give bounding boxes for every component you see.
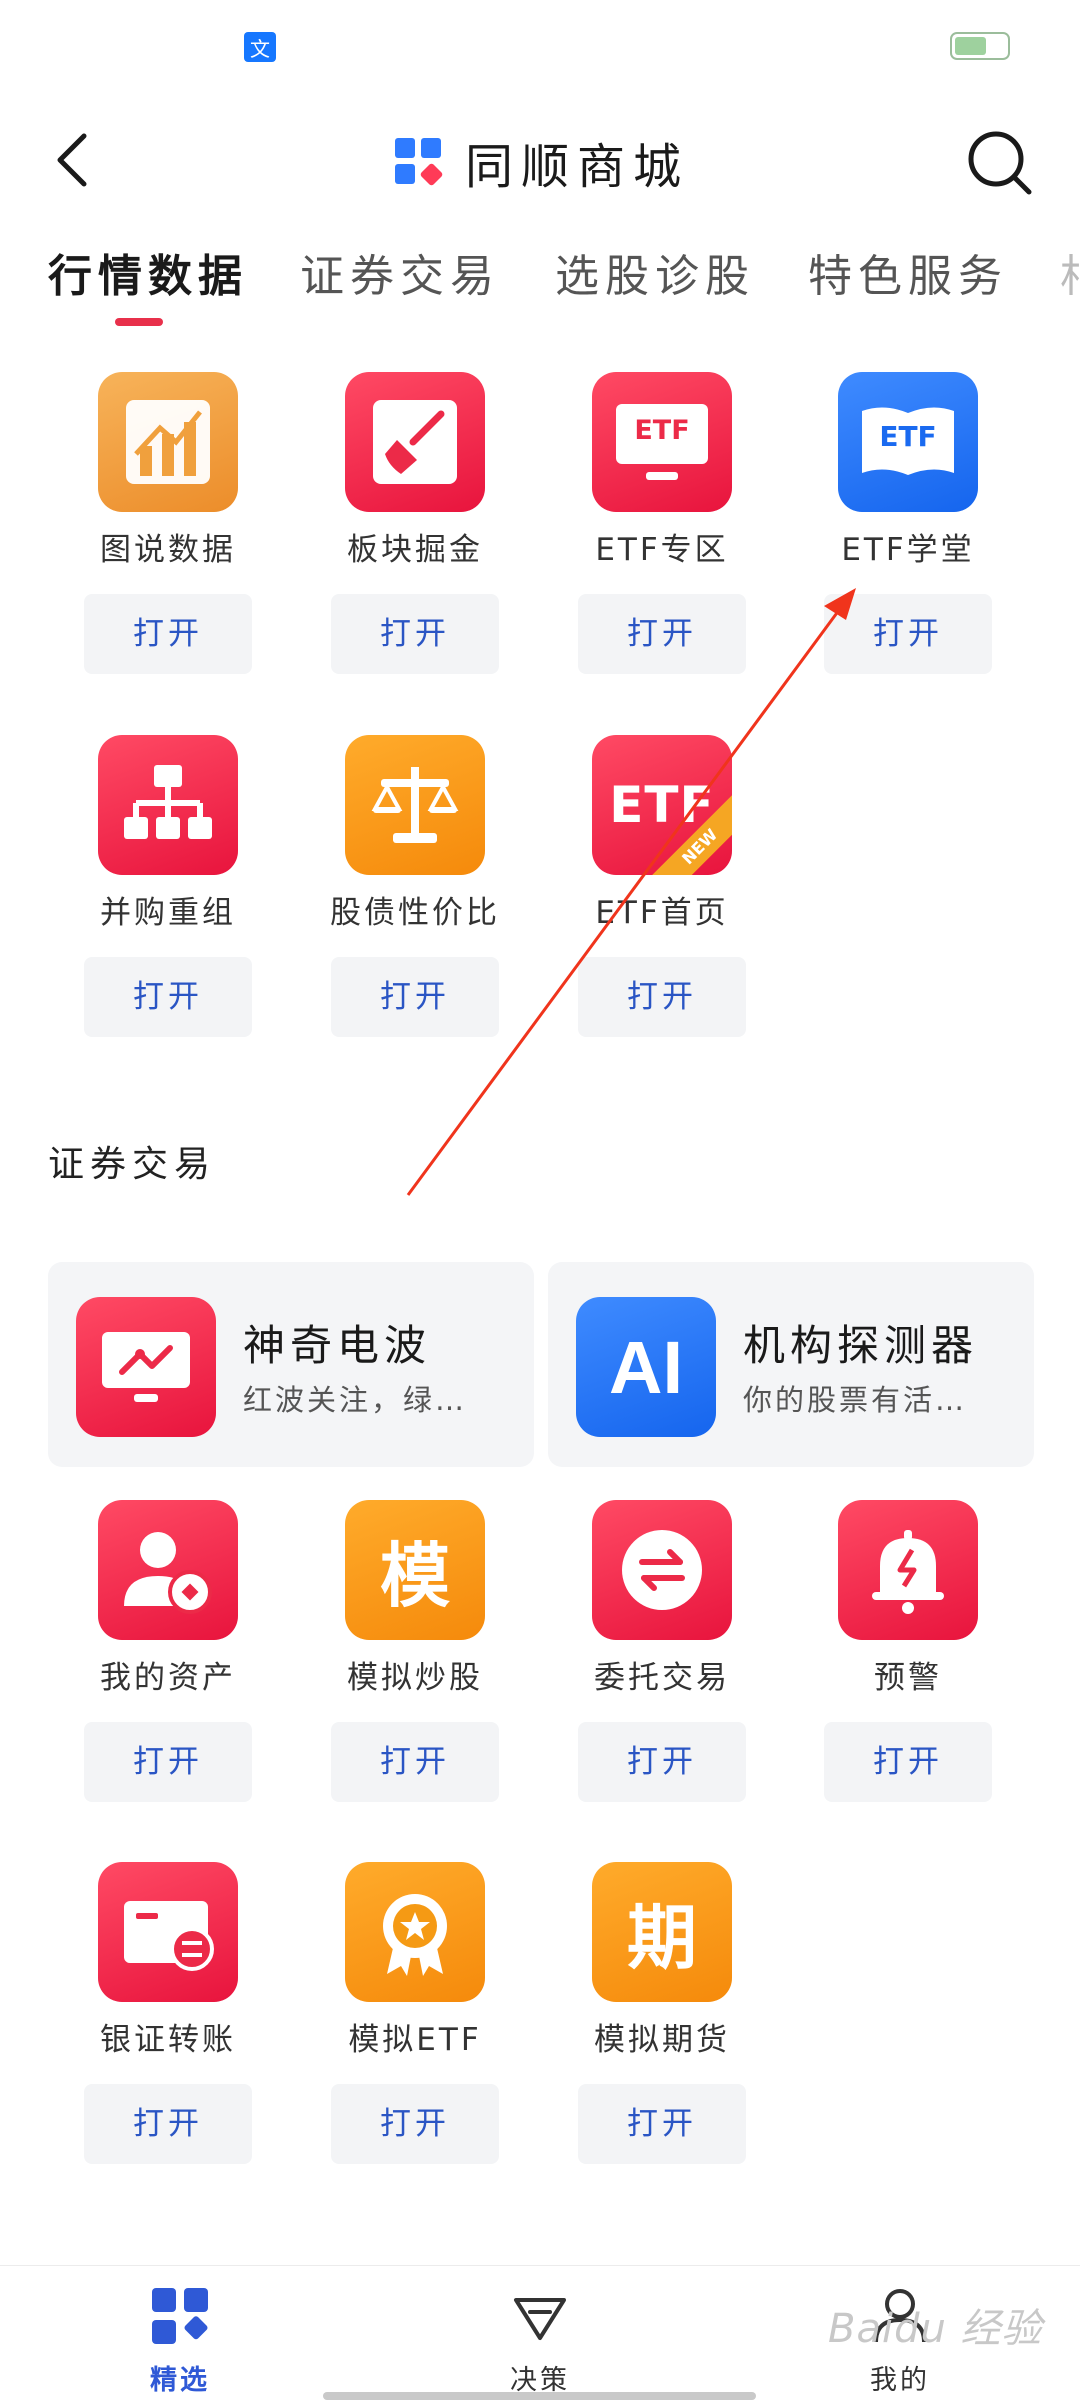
featured-grid-icon: [152, 2288, 208, 2344]
page-title: 同顺商城: [465, 139, 690, 195]
grid-item-label: ETF学堂: [841, 532, 975, 568]
open-button[interactable]: 打开: [84, 957, 252, 1037]
grid-item-stock-bond-ratio: 股债性价比 打开: [315, 735, 515, 1037]
futures-icon-text: 期: [627, 1896, 697, 1979]
open-button[interactable]: 打开: [824, 594, 992, 674]
grid-item-simulated-trading: 模 模拟炒股 打开: [315, 1500, 515, 1802]
medal-icon[interactable]: [345, 1862, 485, 2002]
feature-card-institution-detector[interactable]: AI 机构探测器 你的股票有活…: [548, 1262, 1034, 1467]
open-button[interactable]: 打开: [578, 594, 746, 674]
card-title: 机构探测器: [743, 1321, 979, 1370]
ai-icon: AI: [576, 1297, 716, 1437]
category-tabs: 行情数据 证券交易 选股诊股 特色服务 相: [0, 240, 1080, 330]
grid-item-label: 板块掘金: [347, 532, 483, 568]
grid-item-alert: 预警 打开: [808, 1500, 1008, 1802]
grid-item-label: 银证转账: [100, 2022, 236, 2058]
etf-icon-text: ETF: [879, 420, 937, 453]
app-page: 文 同顺商城 行情数据 证券交易 选股诊股 特色服务 相: [0, 0, 1080, 2404]
grid-item-etf-zone: ETF ETF专区 打开: [562, 372, 762, 674]
etf-monitor-icon[interactable]: ETF: [592, 372, 732, 512]
card-subtitle: 红波关注，绿…: [243, 1383, 468, 1417]
app-badge: 文: [244, 32, 276, 62]
open-button[interactable]: 打开: [84, 594, 252, 674]
user-assets-icon[interactable]: [98, 1500, 238, 1640]
grid-item-mergers: 并购重组 打开: [68, 735, 268, 1037]
open-button[interactable]: 打开: [824, 1722, 992, 1802]
card-subtitle: 你的股票有活…: [743, 1383, 968, 1417]
store-logo-icon: [395, 138, 444, 187]
nav-label: 精选: [150, 2365, 210, 2396]
org-chart-icon[interactable]: [98, 735, 238, 875]
card-title: 神奇电波: [243, 1321, 432, 1370]
header: 同顺商城: [0, 110, 1080, 210]
open-button[interactable]: 打开: [84, 1722, 252, 1802]
simulate-icon[interactable]: 模: [345, 1500, 485, 1640]
section-title: 证券交易: [48, 1144, 217, 1185]
grid-item-simulated-futures: 期 模拟期货 打开: [562, 1862, 762, 2164]
open-button[interactable]: 打开: [331, 594, 499, 674]
watermark: Baidu 经验: [828, 2306, 1043, 2352]
grid-item-my-assets: 我的资产 打开: [68, 1500, 268, 1802]
grid-item-label: 模拟期货: [594, 2022, 730, 2058]
grid-item-simulated-etf: 模拟ETF 打开: [315, 1862, 515, 2164]
shovel-icon[interactable]: [345, 372, 485, 512]
home-indicator[interactable]: [323, 2392, 756, 2400]
active-tab-indicator: [115, 318, 163, 326]
tab-securities-trading[interactable]: 证券交易: [300, 240, 500, 304]
grid-item-label: ETF专区: [595, 532, 729, 568]
tab-market-data[interactable]: 行情数据: [48, 240, 248, 304]
grid-item-label: 模拟炒股: [347, 1660, 483, 1696]
tab-stock-picking[interactable]: 选股诊股: [555, 240, 755, 304]
search-icon[interactable]: [965, 128, 1035, 198]
feature-card-magic-wave[interactable]: 神奇电波 红波关注，绿…: [48, 1262, 534, 1467]
open-button[interactable]: 打开: [578, 2084, 746, 2164]
futures-icon[interactable]: 期: [592, 1862, 732, 2002]
grid-item-label: 股债性价比: [330, 895, 500, 931]
grid-item-label: 并购重组: [100, 895, 236, 931]
chart-data-icon[interactable]: [98, 372, 238, 512]
status-bar: 文: [0, 0, 1080, 90]
etf-book-icon[interactable]: ETF: [838, 372, 978, 512]
grid-item-label: 模拟ETF: [348, 2022, 482, 2058]
grid-item-sector-mining: 板块掘金 打开: [315, 372, 515, 674]
grid-item-label: ETF首页: [595, 895, 729, 931]
open-button[interactable]: 打开: [84, 2084, 252, 2164]
open-button[interactable]: 打开: [578, 957, 746, 1037]
open-button[interactable]: 打开: [331, 2084, 499, 2164]
grid-item-label: 图说数据: [100, 532, 236, 568]
nav-item-decision[interactable]: 决策: [460, 2286, 620, 2397]
grid-item-etf-home: ETF NEW ETF首页 打开: [562, 735, 762, 1037]
battery-icon: [950, 32, 1010, 60]
wave-monitor-icon: [76, 1297, 216, 1437]
header-title-group: 同顺商城: [395, 132, 689, 195]
scale-icon[interactable]: [345, 735, 485, 875]
back-icon[interactable]: [48, 130, 98, 190]
grid-item-bank-transfer: 银证转账 打开: [68, 1862, 268, 2164]
grid-item-label: 委托交易: [594, 1660, 730, 1696]
nav-item-featured[interactable]: 精选: [100, 2286, 260, 2397]
open-button[interactable]: 打开: [331, 1722, 499, 1802]
open-button[interactable]: 打开: [578, 1722, 746, 1802]
exchange-icon[interactable]: [592, 1500, 732, 1640]
bank-card-icon[interactable]: [98, 1862, 238, 2002]
simulate-icon-text: 模: [380, 1534, 450, 1617]
grid-item-label: 预警: [874, 1660, 942, 1696]
tab-special-services[interactable]: 特色服务: [808, 240, 1008, 304]
grid-item-order-trading: 委托交易 打开: [562, 1500, 762, 1802]
grid-item-chart-data: 图说数据 打开: [68, 372, 268, 674]
bell-icon[interactable]: [838, 1500, 978, 1640]
open-button[interactable]: 打开: [331, 957, 499, 1037]
tab-more[interactable]: 相: [1060, 240, 1080, 304]
nav-label: 我的: [870, 2365, 930, 2396]
grid-item-label: 我的资产: [100, 1660, 236, 1696]
ai-icon-text: AI: [609, 1325, 683, 1409]
etf-icon-text: ETF: [634, 415, 690, 446]
etf-icon-text: ETF: [609, 776, 715, 834]
grid-item-etf-school: ETF ETF学堂 打开: [808, 372, 1008, 674]
etf-new-icon[interactable]: ETF NEW: [592, 735, 732, 875]
decision-gem-icon: [514, 2298, 566, 2340]
